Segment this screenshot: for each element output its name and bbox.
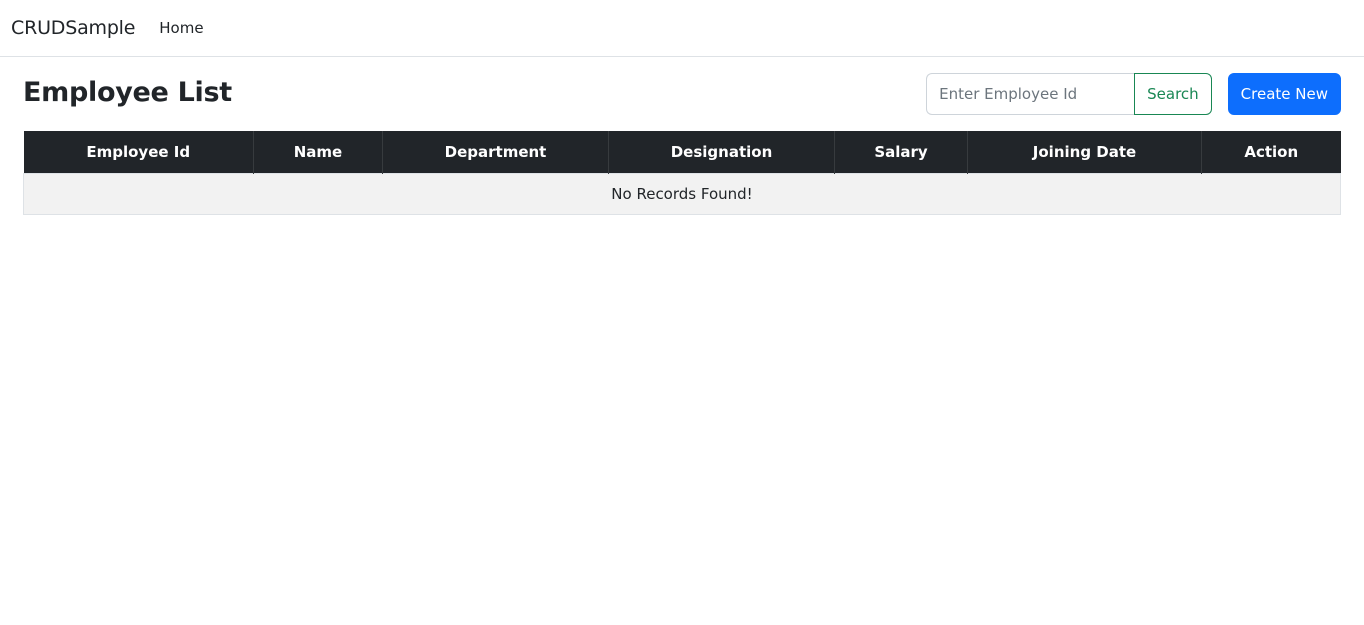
empty-row: No Records Found!: [23, 172, 1341, 215]
brand-link[interactable]: CRUDSample: [11, 17, 135, 39]
controls: Search Create New: [926, 73, 1341, 115]
column-header-joining-date[interactable]: Joining Date: [967, 131, 1202, 173]
search-group: Search: [926, 73, 1212, 115]
create-new-button[interactable]: Create New: [1227, 73, 1341, 115]
header-row: Employee List Search Create New: [23, 57, 1341, 131]
employee-id-search-input[interactable]: [926, 73, 1135, 115]
table-header-row: Employee Id Name Department Designation …: [23, 131, 1341, 173]
no-records-message: No Records Found!: [23, 172, 1341, 215]
nav-link-home[interactable]: Home: [159, 19, 203, 37]
navbar: CRUDSample Home: [0, 0, 1364, 57]
page-title: Employee List: [23, 76, 232, 108]
employee-table: Employee Id Name Department Designation …: [23, 131, 1341, 215]
column-header-employee-id[interactable]: Employee Id: [23, 131, 254, 173]
search-button[interactable]: Search: [1134, 73, 1212, 115]
main-container: Employee List Search Create New Employee…: [0, 57, 1364, 215]
column-header-action: Action: [1201, 131, 1341, 173]
column-header-designation[interactable]: Designation: [608, 131, 835, 173]
column-header-salary[interactable]: Salary: [834, 131, 968, 173]
column-header-name[interactable]: Name: [253, 131, 383, 173]
column-header-department[interactable]: Department: [382, 131, 609, 173]
